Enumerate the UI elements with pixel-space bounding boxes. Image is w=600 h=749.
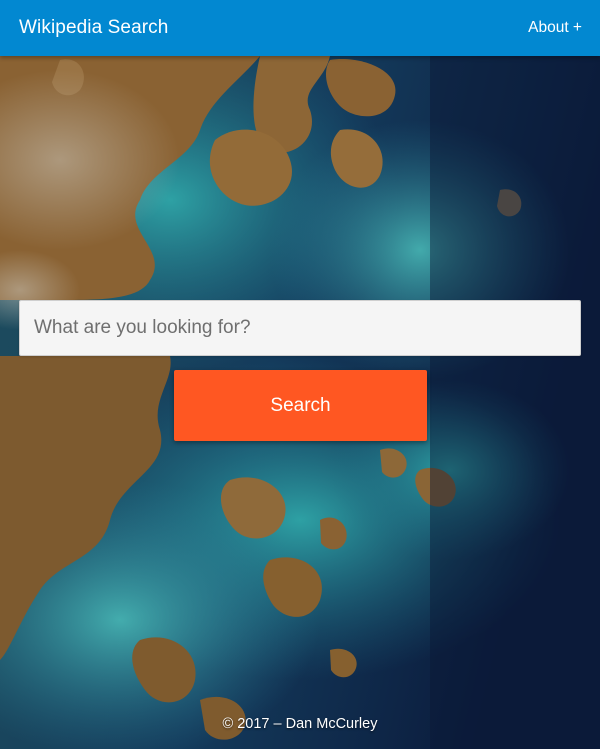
search-button[interactable]: Search	[174, 370, 427, 441]
page: Wikipedia Search About + Search © 2017 –…	[0, 0, 600, 749]
search-input[interactable]	[19, 300, 581, 356]
brand-link[interactable]: Wikipedia Search	[19, 17, 168, 39]
navbar: Wikipedia Search About +	[0, 0, 600, 56]
about-menu-link[interactable]: About +	[528, 19, 582, 37]
footer-copyright: © 2017 – Dan McCurley	[222, 716, 378, 732]
